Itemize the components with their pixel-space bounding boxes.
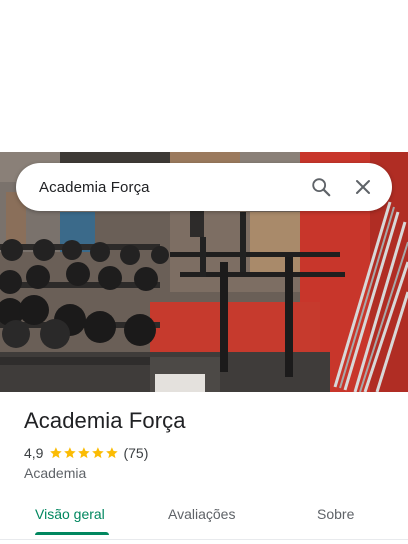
star-icon (50, 447, 63, 459)
tabs-divider (0, 539, 408, 540)
search-icon[interactable] (303, 169, 339, 205)
close-icon[interactable] (345, 169, 381, 205)
active-tab-indicator (35, 532, 109, 535)
review-count[interactable]: (75) (123, 445, 148, 461)
search-bar[interactable]: Academia Força (16, 163, 392, 211)
place-title: Academia Força (24, 408, 186, 433)
rating-stars (49, 446, 118, 460)
tab-about[interactable]: Sobre (317, 496, 354, 532)
star-icon (64, 447, 76, 459)
search-input[interactable]: Academia Força (39, 179, 303, 196)
tab-overview[interactable]: Visão geral (35, 496, 105, 532)
rating-row[interactable]: 4,9 (75) (24, 444, 148, 462)
place-tabs: Visão geral Avaliações Sobre (0, 496, 408, 536)
star-icon (92, 447, 104, 459)
tab-reviews[interactable]: Avaliações (168, 496, 235, 532)
star-icon (78, 447, 90, 459)
star-icon (105, 447, 118, 459)
place-category: Academia (24, 465, 87, 481)
top-blank-area (0, 0, 408, 152)
rating-value: 4,9 (24, 445, 44, 461)
